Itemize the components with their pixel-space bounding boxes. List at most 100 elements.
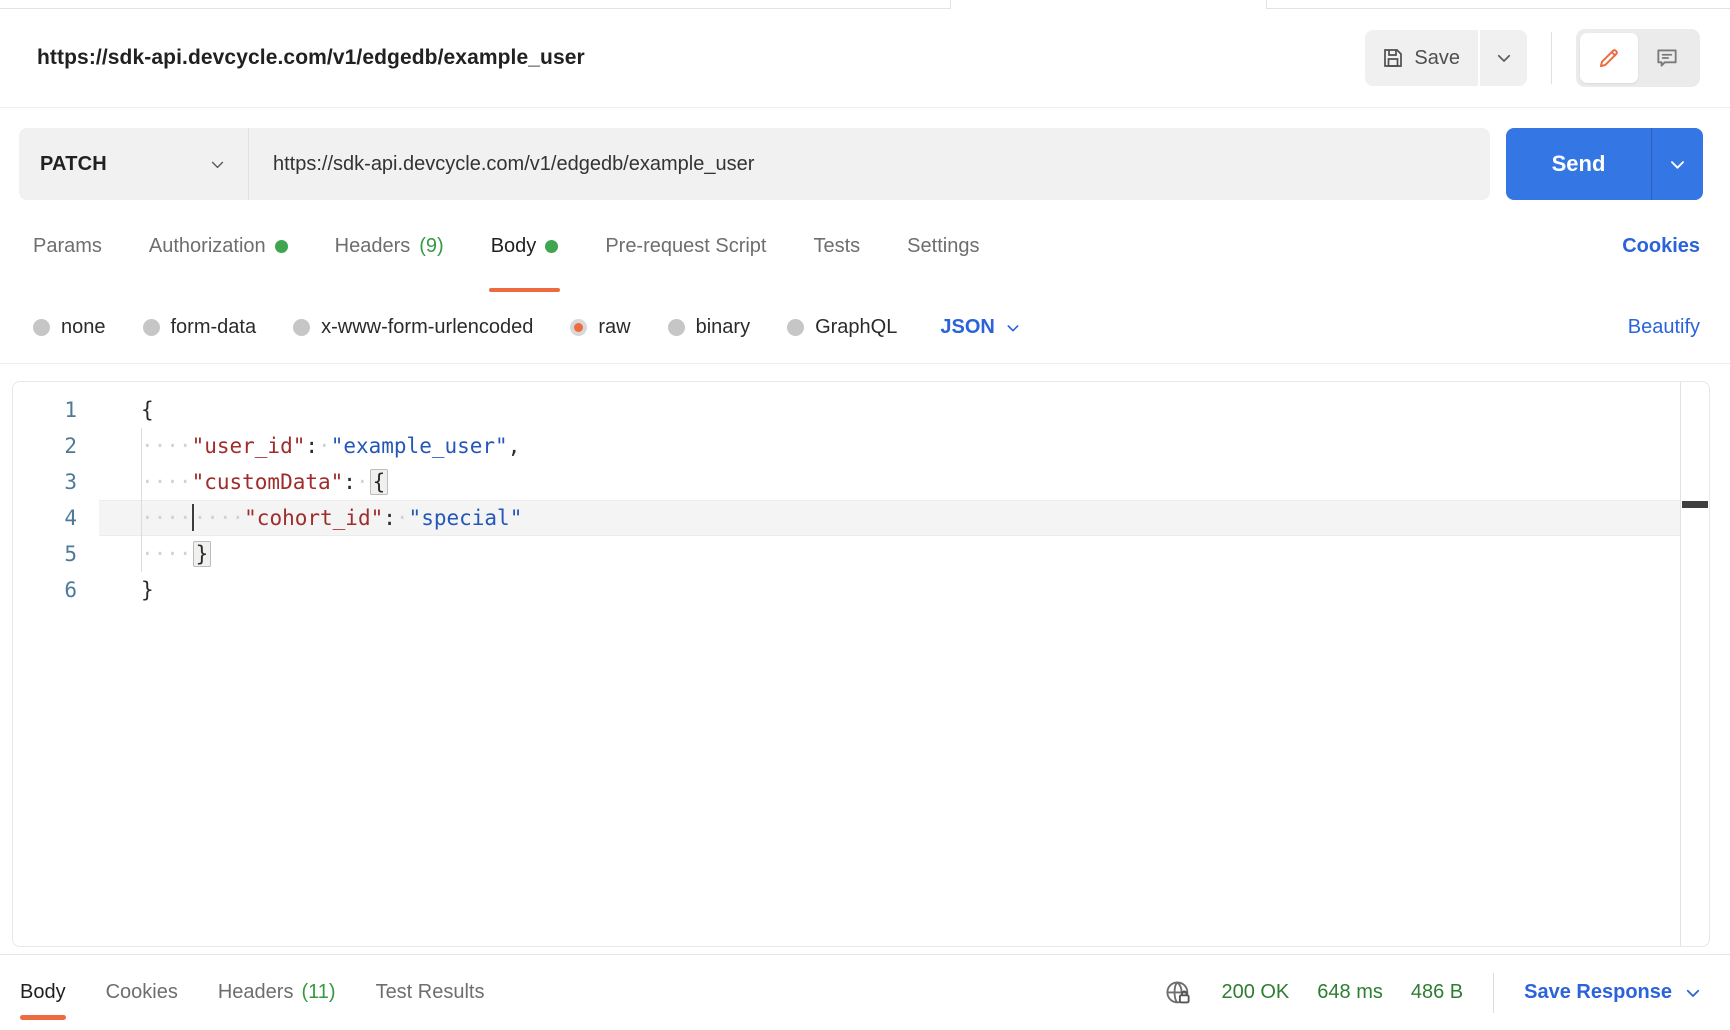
edit-documentation-button[interactable] — [1580, 33, 1638, 83]
code-text: } — [99, 572, 1680, 608]
request-tabstrip — [0, 0, 1730, 9]
request-method-value: PATCH — [40, 153, 107, 176]
send-options-button[interactable] — [1651, 128, 1703, 200]
tab-label: Headers — [218, 981, 294, 1004]
radio-raw[interactable]: raw — [570, 316, 630, 339]
globe-lock-icon[interactable] — [1163, 978, 1193, 1008]
green-dot-indicator — [545, 240, 558, 253]
tab-label: Cookies — [106, 981, 178, 1004]
floppy-save-icon — [1381, 46, 1405, 70]
line-number: 5 — [13, 536, 77, 572]
radio-form-data[interactable]: form-data — [143, 316, 257, 339]
active-request-tab-gap — [951, 0, 1266, 9]
request-title: https://sdk-api.devcycle.com/v1/edgedb/e… — [37, 46, 585, 70]
chevron-down-icon — [1684, 984, 1702, 1002]
radio-x-www-form-urlencoded[interactable]: x-www-form-urlencoded — [293, 316, 533, 339]
radio-circle — [668, 319, 685, 336]
token-key: "customData" — [192, 470, 344, 494]
tab-label: Body — [491, 235, 537, 258]
radio-circle — [787, 319, 804, 336]
radio-graphql[interactable]: GraphQL — [787, 316, 897, 339]
token-key: "user_id" — [192, 434, 306, 458]
token-key: "cohort_id" — [244, 506, 383, 530]
send-split-button: Send — [1506, 128, 1703, 200]
body-type-options: none form-data x-www-form-urlencoded raw… — [0, 292, 1730, 364]
response-tab-headers[interactable]: Headers (11) — [218, 955, 336, 1030]
save-response-button[interactable]: Save Response — [1524, 981, 1702, 1004]
language-select[interactable]: JSON — [940, 316, 1020, 339]
code-line-6[interactable]: 6 } — [13, 572, 1709, 608]
beautify-link[interactable]: Beautify — [1628, 316, 1700, 339]
radio-label: none — [61, 316, 106, 339]
line-number: 1 — [13, 392, 77, 428]
code-line-5[interactable]: 5 ····} — [13, 536, 1709, 572]
token-colon: : — [305, 434, 318, 458]
request-tabs: Params Authorization Headers (9) Body Pr… — [0, 200, 1730, 292]
status-code[interactable]: 200 OK — [1221, 981, 1289, 1004]
token-whitespace: ···· — [141, 434, 192, 458]
response-tab-test-results[interactable]: Test Results — [376, 955, 485, 1030]
tab-label: Tests — [813, 235, 860, 258]
request-method-select[interactable]: PATCH — [19, 128, 248, 200]
response-meta: 200 OK 648 ms 486 B Save Response — [1163, 973, 1702, 1013]
tab-pre-request-script[interactable]: Pre-request Script — [605, 200, 766, 292]
code-text: ····} — [99, 536, 1680, 572]
tab-headers[interactable]: Headers (9) — [335, 200, 444, 292]
tab-label: Headers — [335, 235, 411, 258]
response-time[interactable]: 648 ms — [1317, 981, 1383, 1004]
radio-circle-selected — [570, 319, 587, 336]
token-brace: { — [141, 398, 154, 422]
radio-none[interactable]: none — [33, 316, 106, 339]
comment-button[interactable] — [1638, 33, 1696, 83]
token-whitespace: · — [396, 506, 409, 530]
token-whitespace: ···· — [141, 470, 192, 494]
cookies-link[interactable]: Cookies — [1622, 235, 1700, 258]
save-button[interactable]: Save — [1365, 30, 1478, 86]
tab-tests[interactable]: Tests — [813, 200, 860, 292]
tab-params[interactable]: Params — [33, 200, 102, 292]
tab-label: Authorization — [149, 235, 266, 258]
radio-label: binary — [696, 316, 750, 339]
response-bar: Body Cookies Headers (11) Test Results 2… — [0, 954, 1730, 1030]
editor-overview-ruler[interactable] — [1680, 382, 1709, 946]
text-cursor — [192, 504, 194, 531]
chevron-down-icon — [209, 156, 226, 173]
send-button[interactable]: Send — [1506, 128, 1651, 200]
tab-body[interactable]: Body — [491, 200, 559, 292]
tab-authorization[interactable]: Authorization — [149, 200, 288, 292]
save-options-button[interactable] — [1480, 30, 1527, 86]
response-tab-body[interactable]: Body — [20, 955, 66, 1030]
response-size[interactable]: 486 B — [1411, 981, 1463, 1004]
editor-wrap: 1 { 2 ····"user_id":·"example_user", 3 ·… — [0, 364, 1730, 954]
request-title-bar: https://sdk-api.devcycle.com/v1/edgedb/e… — [0, 9, 1730, 108]
code-line-1[interactable]: 1 { — [13, 392, 1709, 428]
token-brace: } — [141, 578, 154, 602]
tab-settings[interactable]: Settings — [907, 200, 979, 292]
code-line-4-active[interactable]: 4 ········"cohort_id":·"special" — [13, 500, 1709, 536]
code-line-2[interactable]: 2 ····"user_id":·"example_user", — [13, 428, 1709, 464]
radio-label: form-data — [171, 316, 257, 339]
title-actions: Save — [1365, 29, 1700, 87]
token-whitespace: ···· — [141, 542, 192, 566]
url-input[interactable] — [249, 128, 1490, 200]
tab-label: Body — [20, 981, 66, 1004]
code-text: ····"customData":·{ — [99, 464, 1680, 500]
response-tab-cookies[interactable]: Cookies — [106, 955, 178, 1030]
chevron-down-icon — [1495, 49, 1513, 67]
language-value: JSON — [940, 316, 994, 339]
token-whitespace: · — [356, 470, 369, 494]
token-colon: : — [343, 470, 356, 494]
code-text: ········"cohort_id":·"special" — [99, 500, 1680, 536]
code-line-3[interactable]: 3 ····"customData":·{ — [13, 464, 1709, 500]
code-editor[interactable]: 1 { 2 ····"user_id":·"example_user", 3 ·… — [12, 381, 1710, 947]
line-number: 4 — [13, 500, 77, 536]
chevron-down-icon — [1668, 155, 1687, 174]
radio-label: GraphQL — [815, 316, 897, 339]
tab-count: (11) — [301, 981, 335, 1004]
line-number: 6 — [13, 572, 77, 608]
radio-circle — [293, 319, 310, 336]
radio-circle — [143, 319, 160, 336]
title-actions-divider — [1551, 32, 1552, 84]
green-dot-indicator — [275, 240, 288, 253]
radio-binary[interactable]: binary — [668, 316, 750, 339]
